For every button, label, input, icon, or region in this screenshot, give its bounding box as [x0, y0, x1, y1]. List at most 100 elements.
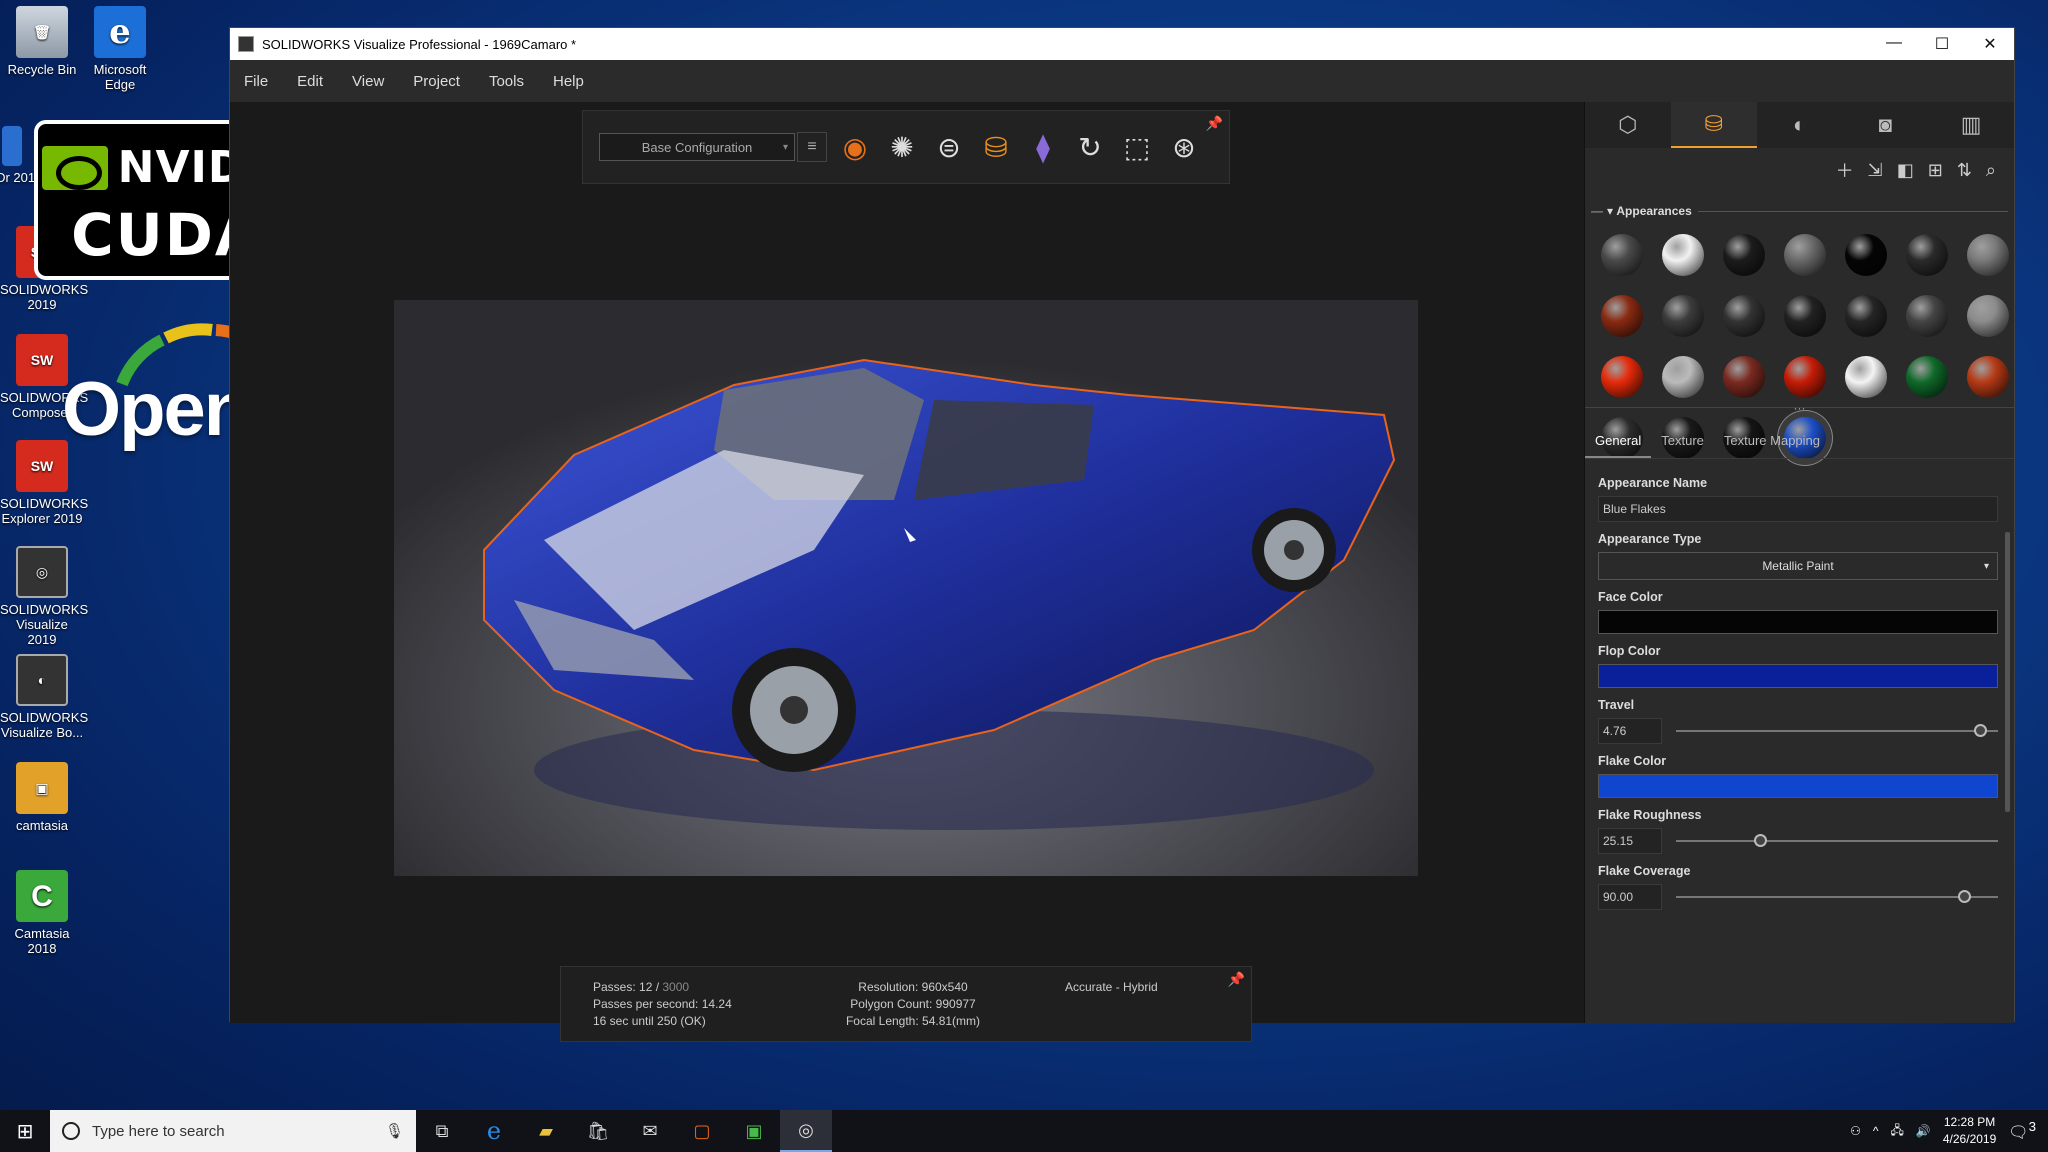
edrawings-icon: [2, 126, 22, 166]
appearance-swatch[interactable]: [1837, 348, 1898, 409]
desktop-icon-camtasia[interactable]: C Camtasia 2018: [0, 870, 84, 956]
appearance-swatch[interactable]: [1776, 348, 1837, 409]
tab-texture-mapping[interactable]: Texture Mapping: [1714, 425, 1830, 458]
tab-texture[interactable]: Texture: [1651, 425, 1714, 458]
notification-center-icon[interactable]: 🗨3: [2008, 1119, 2036, 1142]
task-view-icon[interactable]: ⧉: [416, 1110, 468, 1152]
appearance-icon[interactable]: ⛁: [977, 128, 1015, 166]
configuration-list-button[interactable]: ≡: [797, 132, 827, 162]
menu-tools[interactable]: Tools: [489, 73, 524, 90]
appearance-swatch[interactable]: [1593, 348, 1654, 409]
travel-slider[interactable]: [1676, 724, 1998, 737]
network-icon[interactable]: 🖧: [1891, 1121, 1904, 1142]
passes-total-input[interactable]: 3000: [662, 980, 689, 994]
menu-edit[interactable]: Edit: [297, 73, 323, 90]
turntable-icon[interactable]: ⊜: [930, 128, 968, 166]
appearance-swatch[interactable]: [1715, 226, 1776, 287]
menu-file[interactable]: File: [244, 73, 268, 90]
minimize-button[interactable]: —: [1870, 34, 1918, 54]
tab-libraries[interactable]: ▥: [1928, 102, 2014, 148]
store-icon[interactable]: 🛍: [572, 1110, 624, 1152]
close-button[interactable]: ✕: [1966, 34, 2014, 54]
appearance-swatch[interactable]: [1898, 287, 1959, 348]
appearance-swatch[interactable]: [1959, 348, 2020, 409]
palette-tabs: ⬡ ⛁ ◐ ◙ ▥: [1585, 102, 2014, 148]
appearance-swatch[interactable]: [1715, 287, 1776, 348]
taskbar-search[interactable]: Type here to search 🎙: [50, 1110, 416, 1152]
menu-project[interactable]: Project: [413, 73, 460, 90]
flake-color-swatch[interactable]: [1598, 774, 1998, 798]
desktop-icon-camtasia-folder[interactable]: ▣ camtasia: [0, 762, 84, 833]
status-pin-icon[interactable]: 📌: [1228, 971, 1245, 988]
appearance-swatch[interactable]: [1837, 226, 1898, 287]
start-button[interactable]: ⊞: [0, 1119, 50, 1144]
pin-icon[interactable]: 📌: [1206, 115, 1223, 132]
appearance-swatch[interactable]: [1898, 348, 1959, 409]
import-icon[interactable]: ⇲: [1868, 160, 1883, 181]
flake-roughness-slider-thumb[interactable]: [1754, 834, 1767, 847]
appearance-swatch[interactable]: [1654, 348, 1715, 409]
render-mode-icon[interactable]: ◉: [836, 128, 874, 166]
appearance-swatch[interactable]: [1959, 287, 2020, 348]
tab-scenes[interactable]: ◐: [1757, 102, 1843, 148]
mail-icon[interactable]: ✉: [624, 1110, 676, 1152]
zoom-fit-icon[interactable]: ⬚: [1118, 128, 1156, 166]
volume-icon[interactable]: 🔊: [1916, 1124, 1931, 1138]
appearance-swatch[interactable]: [1654, 287, 1715, 348]
grid-view-icon[interactable]: ⊞: [1928, 160, 1943, 181]
search-icon[interactable]: ⌕: [1986, 160, 1996, 181]
scene-icon[interactable]: ⧫: [1024, 128, 1062, 166]
appearance-swatch[interactable]: [1715, 348, 1776, 409]
tab-appearances[interactable]: ⛁: [1670, 102, 1757, 148]
appearance-type-select[interactable]: Metallic Paint: [1598, 552, 1998, 580]
appearance-name-field[interactable]: Blue Flakes: [1598, 496, 1998, 522]
microphone-icon[interactable]: 🎙: [385, 1122, 404, 1140]
flake-coverage-field[interactable]: 90.00: [1598, 884, 1662, 910]
camera-aperture-icon[interactable]: ⊛: [1165, 128, 1203, 166]
configuration-dropdown[interactable]: Base Configuration: [599, 133, 795, 161]
tab-cameras[interactable]: ◙: [1842, 102, 1928, 148]
taskbar-visualize-icon[interactable]: ◎: [780, 1110, 832, 1152]
desktop-icon-visualize[interactable]: ◎ SOLIDWORKS Visualize 2019: [0, 546, 88, 647]
properties-scrollbar[interactable]: [2005, 532, 2010, 812]
clock[interactable]: 12:28 PM 4/26/2019: [1943, 1114, 1996, 1148]
appearance-swatch[interactable]: [1654, 226, 1715, 287]
menu-view[interactable]: View: [352, 73, 384, 90]
appearances-header[interactable]: — ▾ Appearances: [1591, 204, 2014, 218]
taskbar-edge-icon[interactable]: e: [468, 1110, 520, 1152]
flake-coverage-slider-thumb[interactable]: [1958, 890, 1971, 903]
travel-field[interactable]: 4.76: [1598, 718, 1662, 744]
appearance-swatch[interactable]: [1837, 287, 1898, 348]
tab-general[interactable]: General: [1585, 425, 1652, 458]
appearance-swatch[interactable]: [1776, 226, 1837, 287]
menu-help[interactable]: Help: [553, 73, 584, 90]
taskbar-recorder-icon[interactable]: ▣: [728, 1110, 780, 1152]
taskbar-camtasia-icon[interactable]: ▢: [676, 1110, 728, 1152]
appearance-swatch[interactable]: [1776, 287, 1837, 348]
flake-coverage-slider[interactable]: [1676, 890, 1998, 903]
travel-slider-thumb[interactable]: [1974, 724, 1987, 737]
desktop-icon-edge[interactable]: e Microsoft Edge: [78, 6, 162, 92]
tab-models[interactable]: ⬡: [1585, 102, 1671, 148]
appearance-swatch[interactable]: [1898, 226, 1959, 287]
split-view-icon[interactable]: ◧: [1897, 160, 1914, 181]
add-icon[interactable]: ＋: [1836, 157, 1854, 183]
flake-roughness-slider[interactable]: [1676, 834, 1998, 847]
people-icon[interactable]: ⚇: [1850, 1124, 1861, 1138]
denoiser-brain-icon[interactable]: ✺: [883, 128, 921, 166]
refresh-icon[interactable]: ↻: [1071, 128, 1109, 166]
appearance-swatch[interactable]: [1959, 226, 2020, 287]
desktop-icon-recycle-bin[interactable]: 🗑 Recycle Bin: [0, 6, 84, 77]
appearance-swatch[interactable]: [1593, 287, 1654, 348]
flake-roughness-field[interactable]: 25.15: [1598, 828, 1662, 854]
flop-color-swatch[interactable]: [1598, 664, 1998, 688]
tray-expand-icon[interactable]: ^: [1873, 1124, 1879, 1138]
panel-splitter[interactable]: ···: [1585, 402, 2014, 414]
maximize-button[interactable]: ☐: [1918, 34, 1966, 54]
sort-icon[interactable]: ⇅: [1957, 160, 1972, 181]
render-viewport[interactable]: [394, 300, 1418, 876]
appearance-swatch[interactable]: [1593, 226, 1654, 287]
desktop-icon-visualize-boost[interactable]: ◐ SOLIDWORKS Visualize Bo...: [0, 654, 88, 740]
file-explorer-icon[interactable]: ▰: [520, 1110, 572, 1152]
face-color-swatch[interactable]: [1598, 610, 1998, 634]
